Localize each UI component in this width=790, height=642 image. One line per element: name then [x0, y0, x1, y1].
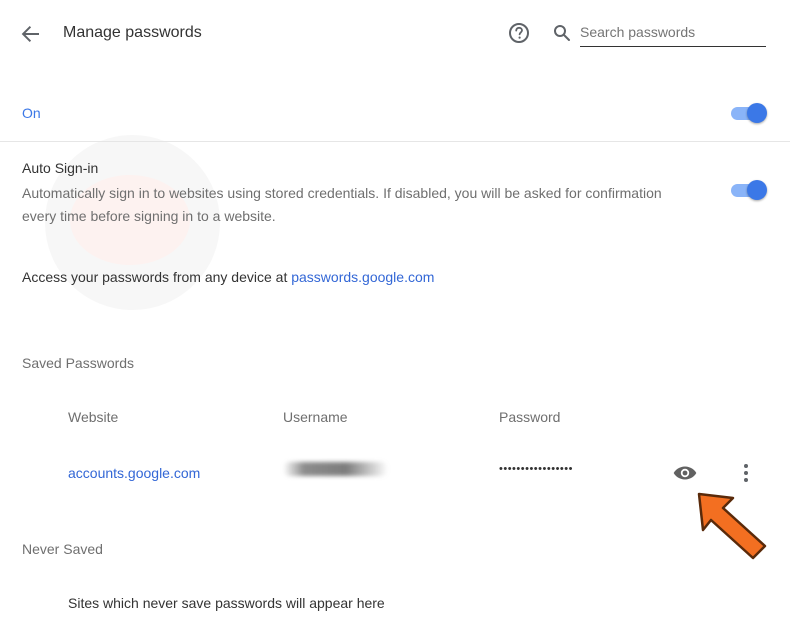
toggle-knob	[747, 103, 767, 123]
divider	[0, 141, 790, 142]
row-password-mask: •••••••••••••••••	[499, 463, 573, 475]
column-header-website: Website	[68, 409, 119, 425]
auto-signin-title: Auto Sign-in	[22, 160, 99, 176]
more-actions-button[interactable]	[736, 462, 756, 484]
column-header-username: Username	[283, 409, 348, 425]
toggle-knob	[747, 180, 767, 200]
show-password-button[interactable]	[672, 462, 698, 484]
access-line: Access your passwords from any device at…	[22, 269, 434, 285]
access-text: Access your passwords from any device at	[22, 269, 292, 285]
arrow-left-icon	[21, 26, 39, 42]
help-circle-icon	[509, 23, 529, 43]
auto-signin-toggle[interactable]	[731, 180, 767, 200]
row-website-link[interactable]: accounts.google.com	[68, 465, 200, 481]
help-button[interactable]	[505, 19, 533, 47]
passwords-google-link[interactable]: passwords.google.com	[291, 269, 434, 285]
back-button[interactable]	[14, 18, 46, 50]
column-header-password: Password	[499, 409, 561, 425]
never-saved-empty-text: Sites which never save passwords will ap…	[68, 595, 385, 611]
page-title: Manage passwords	[63, 24, 202, 41]
saved-passwords-heading: Saved Passwords	[22, 355, 135, 371]
more-vert-icon	[744, 464, 748, 482]
search-input[interactable]	[580, 18, 766, 47]
never-saved-heading: Never Saved	[22, 541, 103, 557]
auto-signin-description: Automatically sign in to websites using …	[22, 185, 662, 224]
eye-icon	[673, 466, 697, 480]
on-label: On	[22, 105, 41, 121]
search-icon	[554, 25, 570, 41]
on-toggle[interactable]	[731, 103, 767, 123]
row-username-redacted	[283, 462, 388, 476]
annotation-arrow-icon	[697, 492, 767, 560]
